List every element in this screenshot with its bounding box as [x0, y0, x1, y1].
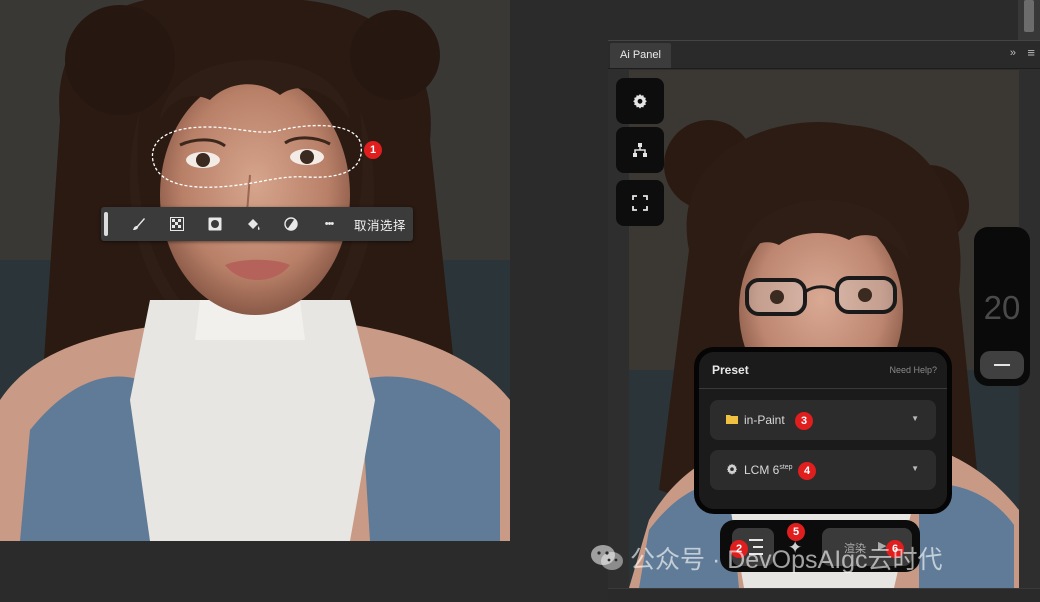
- mode-dropdown-label: in-Paint: [744, 413, 785, 427]
- preset-header: Preset Need Help?: [699, 352, 947, 389]
- hierarchy-icon: [633, 143, 647, 157]
- panel-bottom-strip: [608, 588, 1040, 601]
- panel-tab-bar: Ai Panel » ≡: [608, 41, 1040, 69]
- sparkle-icon[interactable]: ✦: [788, 538, 802, 558]
- chevron-down-icon: ▼: [911, 464, 919, 473]
- annotation-badge-5: 5: [787, 523, 805, 541]
- settings-gear-button[interactable]: [616, 78, 664, 124]
- brush-icon[interactable]: [120, 207, 158, 241]
- preset-title: Preset: [712, 363, 749, 377]
- mask-icon[interactable]: [196, 207, 234, 241]
- transparency-icon[interactable]: [158, 207, 196, 241]
- model-dropdown[interactable]: LCM 6step ▼: [710, 450, 936, 490]
- menu-line: [753, 546, 763, 548]
- steps-value: 20: [983, 289, 1021, 326]
- annotation-badge-6: 6: [886, 540, 904, 558]
- menu-line: [749, 553, 763, 555]
- gear-icon: [633, 94, 647, 109]
- invert-icon[interactable]: [272, 207, 310, 241]
- tab-ai-panel[interactable]: Ai Panel: [610, 43, 671, 68]
- menu-line: [749, 539, 763, 541]
- need-help-link[interactable]: Need Help?: [889, 365, 937, 375]
- annotation-badge-3: 3: [795, 412, 813, 430]
- preset-card: Preset Need Help? in-Paint ▼ LCM 6step ▼: [694, 347, 952, 514]
- gear-icon: [726, 463, 738, 478]
- deselect-button[interactable]: 取消选择: [354, 215, 406, 234]
- fill-bucket-icon[interactable]: [234, 207, 272, 241]
- folder-icon: [726, 413, 738, 427]
- collapse-icon[interactable]: »: [1010, 47, 1016, 59]
- annotation-badge-1: 1: [364, 141, 382, 159]
- expand-corners-icon: [632, 195, 648, 211]
- steps-control: 20: [974, 227, 1030, 386]
- steps-decrement-button[interactable]: [980, 351, 1024, 379]
- mode-dropdown[interactable]: in-Paint ▼: [710, 400, 936, 440]
- annotation-badge-2: 2: [730, 540, 748, 558]
- workflow-tree-button[interactable]: [616, 127, 664, 173]
- portrait-photo: [0, 0, 510, 541]
- scrollbar-thumb[interactable]: [1024, 0, 1034, 32]
- chevron-down-icon: ▼: [911, 414, 919, 423]
- task-bar-grip-handle[interactable]: [104, 212, 108, 236]
- lasso-selection-outline: [151, 124, 362, 188]
- annotation-badge-4: 4: [798, 462, 816, 480]
- more-options-icon[interactable]: •••: [310, 207, 348, 241]
- fullscreen-button[interactable]: [616, 180, 664, 226]
- document-canvas[interactable]: 1 ••• 取消选择: [0, 0, 510, 541]
- model-dropdown-label: LCM 6step: [744, 463, 793, 477]
- minus-icon: [994, 364, 1010, 366]
- render-button-label: 渲染: [844, 543, 866, 555]
- contextual-task-bar: ••• 取消选择: [101, 207, 413, 241]
- panel-menu-icon[interactable]: ≡: [1027, 45, 1035, 60]
